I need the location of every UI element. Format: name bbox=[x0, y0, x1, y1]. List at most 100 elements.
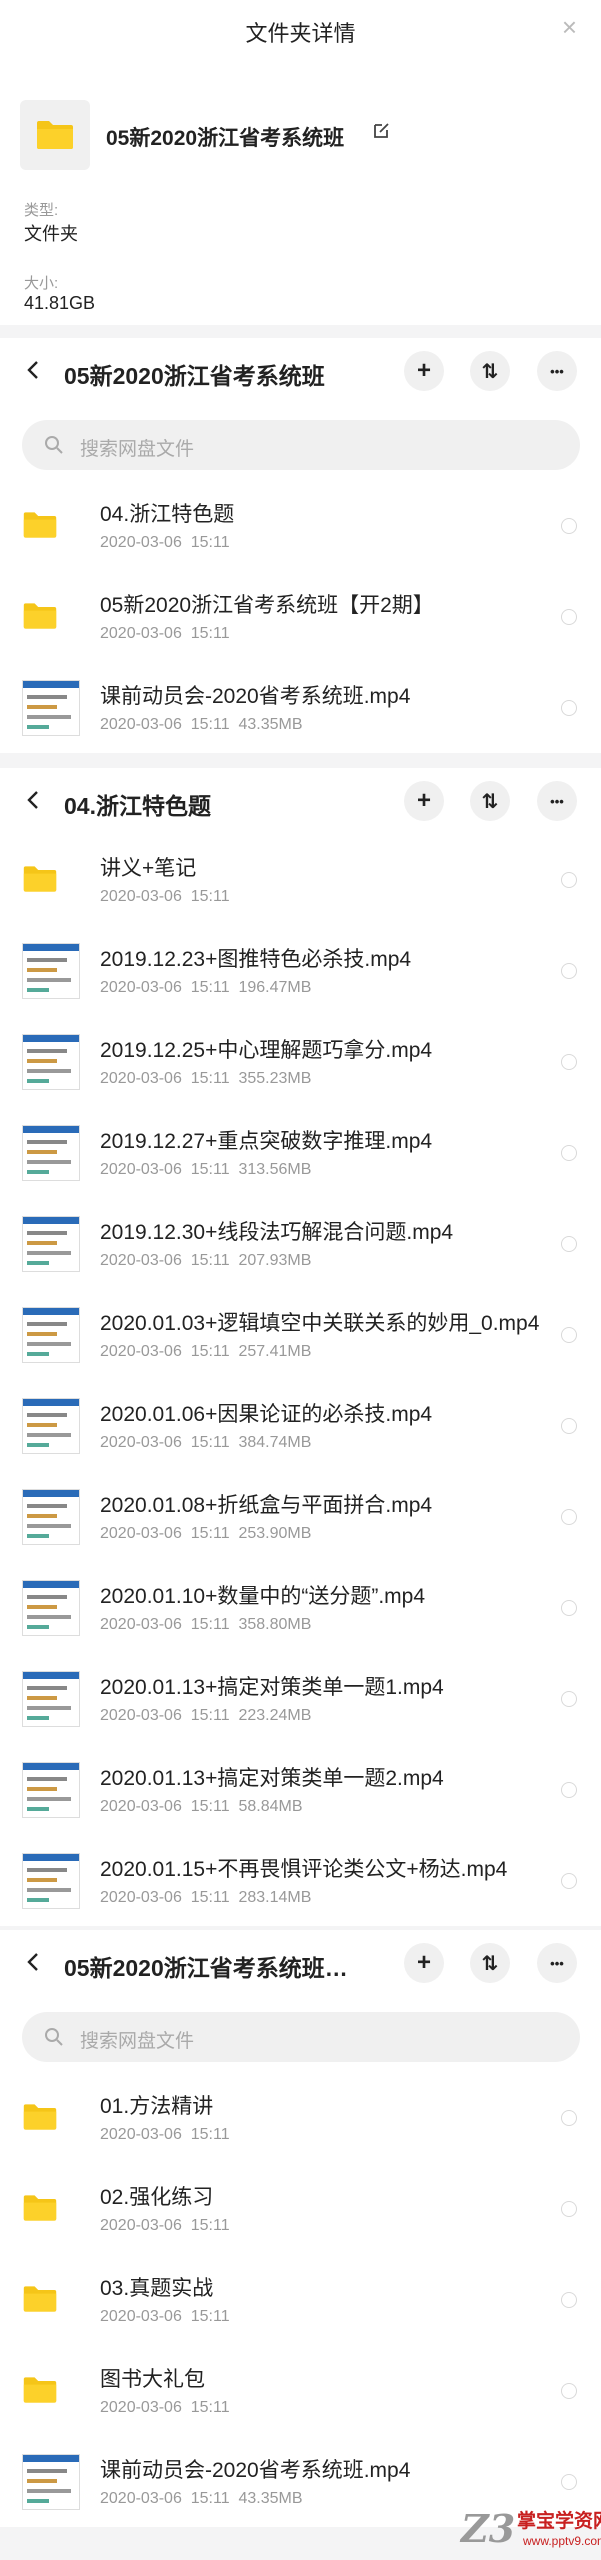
file-meta: 2020-03-06 15:11 bbox=[100, 2217, 230, 2235]
file-name: 02.强化练习 bbox=[100, 2186, 214, 2209]
back-arrow-icon[interactable] bbox=[26, 1952, 40, 1972]
video-thumbnail bbox=[22, 1489, 80, 1545]
select-radio[interactable] bbox=[561, 2110, 577, 2126]
file-time: 15:11 bbox=[190, 1070, 230, 1087]
search-placeholder: 搜索网盘文件 bbox=[80, 2031, 195, 2052]
add-button[interactable]: + bbox=[404, 781, 444, 821]
file-time: 15:11 bbox=[190, 1525, 230, 1542]
file-name: 课前动员会-2020省考系统班.mp4 bbox=[100, 685, 411, 708]
file-date: 2020-03-06 bbox=[100, 1798, 182, 1815]
file-date: 2020-03-06 bbox=[100, 1616, 182, 1633]
select-radio[interactable] bbox=[561, 2292, 577, 2308]
list-item[interactable]: 2020.01.13+搞定对策类单一题1.mp4 2020-03-06 15:11… bbox=[0, 1653, 601, 1744]
more-button[interactable]: ••• bbox=[537, 781, 577, 821]
edit-icon[interactable] bbox=[372, 122, 390, 140]
file-name: 图书大礼包 bbox=[100, 2368, 205, 2391]
file-size: 43.35MB bbox=[238, 2490, 303, 2507]
select-radio[interactable] bbox=[561, 872, 577, 888]
file-meta: 2020-03-06 15:11 283.14MB bbox=[100, 1889, 311, 1907]
select-radio[interactable] bbox=[561, 609, 577, 625]
file-date: 2020-03-06 bbox=[100, 888, 182, 905]
select-radio[interactable] bbox=[561, 1054, 577, 1070]
file-time: 15:11 bbox=[190, 2217, 230, 2234]
close-button[interactable]: × bbox=[562, 14, 577, 40]
list-item[interactable]: 05新2020浙江省考系统班【开2期】 2020-03-06 15:11 bbox=[0, 571, 601, 662]
back-arrow-icon[interactable] bbox=[26, 790, 40, 810]
video-thumbnail bbox=[22, 1671, 80, 1727]
select-radio[interactable] bbox=[561, 518, 577, 534]
list-item[interactable]: 02.强化练习 2020-03-06 15:11 bbox=[0, 2163, 601, 2254]
select-radio[interactable] bbox=[561, 2201, 577, 2217]
file-time: 15:11 bbox=[190, 716, 230, 733]
list-item[interactable]: 2020.01.03+逻辑填空中关联关系的妙用_0.mp4 2020-03-06 … bbox=[0, 1289, 601, 1380]
sort-button[interactable]: ⇅ bbox=[470, 1943, 510, 1983]
file-time: 15:11 bbox=[190, 1434, 230, 1451]
file-name: 2020.01.15+不再畏惧评论类公文+杨达.mp4 bbox=[100, 1858, 508, 1881]
select-radio[interactable] bbox=[561, 963, 577, 979]
list-item[interactable]: 图书大礼包 2020-03-06 15:11 bbox=[0, 2345, 601, 2436]
select-radio[interactable] bbox=[561, 1600, 577, 1616]
file-name: 05新2020浙江省考系统班【开2期】 bbox=[100, 594, 434, 617]
list-item[interactable]: 2020.01.15+不再畏惧评论类公文+杨达.mp4 2020-03-06 15… bbox=[0, 1835, 601, 1926]
list-item[interactable]: 讲义+笔记 2020-03-06 15:11 bbox=[0, 834, 601, 925]
list-item[interactable]: 2019.12.27+重点突破数字推理.mp4 2020-03-06 15:11 … bbox=[0, 1107, 601, 1198]
folder-large-icon bbox=[20, 100, 90, 170]
list-item[interactable]: 04.浙江特色题 2020-03-06 15:11 bbox=[0, 480, 601, 571]
search-input[interactable]: 搜索网盘文件 bbox=[22, 420, 580, 470]
select-radio[interactable] bbox=[561, 1782, 577, 1798]
file-list-section2: 讲义+笔记 2020-03-06 15:11 2019.12.23+图推特色必杀技.… bbox=[0, 834, 601, 1926]
video-thumbnail bbox=[22, 1216, 80, 1272]
list-item[interactable]: 01.方法精讲 2020-03-06 15:11 bbox=[0, 2072, 601, 2163]
video-thumbnail bbox=[22, 1762, 80, 1818]
file-meta: 2020-03-06 15:11 196.47MB bbox=[100, 979, 311, 997]
file-time: 15:11 bbox=[190, 1252, 230, 1269]
file-meta: 2020-03-06 15:11 bbox=[100, 2308, 230, 2326]
file-time: 15:11 bbox=[190, 1798, 230, 1815]
sort-button[interactable]: ⇅ bbox=[470, 351, 510, 391]
list-item[interactable]: 2019.12.25+中心理解题巧拿分.mp4 2020-03-06 15:11 … bbox=[0, 1016, 601, 1107]
list-item[interactable]: 2020.01.13+搞定对策类单一题2.mp4 2020-03-06 15:11… bbox=[0, 1744, 601, 1835]
list-item[interactable]: 课前动员会-2020省考系统班.mp4 2020-03-06 15:11 43.3… bbox=[0, 662, 601, 753]
add-button[interactable]: + bbox=[404, 351, 444, 391]
list-item[interactable]: 2020.01.06+因果论证的必杀技.mp4 2020-03-06 15:11 … bbox=[0, 1380, 601, 1471]
file-date: 2020-03-06 bbox=[100, 1070, 182, 1087]
file-size: 253.90MB bbox=[238, 1525, 312, 1542]
select-radio[interactable] bbox=[561, 700, 577, 716]
list-item[interactable]: 2019.12.30+线段法巧解混合问题.mp4 2020-03-06 15:11… bbox=[0, 1198, 601, 1289]
select-radio[interactable] bbox=[561, 2383, 577, 2399]
type-value: 文件夹 bbox=[24, 224, 78, 244]
select-radio[interactable] bbox=[561, 1691, 577, 1707]
back-arrow-icon[interactable] bbox=[26, 360, 40, 380]
file-meta: 2020-03-06 15:11 bbox=[100, 2399, 230, 2417]
file-size: 283.14MB bbox=[238, 1889, 312, 1906]
file-name: 2020.01.13+搞定对策类单一题1.mp4 bbox=[100, 1676, 444, 1699]
list-item[interactable]: 03.真题实战 2020-03-06 15:11 bbox=[0, 2254, 601, 2345]
file-size: 207.93MB bbox=[238, 1252, 312, 1269]
sort-button[interactable]: ⇅ bbox=[470, 781, 510, 821]
search-input[interactable]: 搜索网盘文件 bbox=[22, 2012, 580, 2062]
file-time: 15:11 bbox=[190, 2126, 230, 2143]
select-radio[interactable] bbox=[561, 1236, 577, 1252]
select-radio[interactable] bbox=[561, 1418, 577, 1434]
list-item[interactable]: 2019.12.23+图推特色必杀技.mp4 2020-03-06 15:11 1… bbox=[0, 925, 601, 1016]
folder-icon bbox=[22, 864, 78, 916]
select-radio[interactable] bbox=[561, 1145, 577, 1161]
file-meta: 2020-03-06 15:11 207.93MB bbox=[100, 1252, 311, 1270]
select-radio[interactable] bbox=[561, 1873, 577, 1889]
list-item[interactable]: 2020.01.08+折纸盒与平面拼合.mp4 2020-03-06 15:11 … bbox=[0, 1471, 601, 1562]
list-item[interactable]: 2020.01.10+数量中的“送分题”.mp4 2020-03-06 15:11… bbox=[0, 1562, 601, 1653]
file-size: 257.41MB bbox=[238, 1343, 312, 1360]
file-date: 2020-03-06 bbox=[100, 716, 182, 733]
select-radio[interactable] bbox=[561, 1509, 577, 1525]
more-button[interactable]: ••• bbox=[537, 351, 577, 391]
file-meta: 2020-03-06 15:11 bbox=[100, 625, 230, 643]
file-date: 2020-03-06 bbox=[100, 2308, 182, 2325]
file-date: 2020-03-06 bbox=[100, 1889, 182, 1906]
search-bar-section1: 搜索网盘文件 bbox=[0, 404, 601, 480]
more-button[interactable]: ••• bbox=[537, 1943, 577, 1983]
select-radio[interactable] bbox=[561, 1327, 577, 1343]
select-radio[interactable] bbox=[561, 2474, 577, 2490]
file-meta: 2020-03-06 15:11 257.41MB bbox=[100, 1343, 311, 1361]
file-meta: 2020-03-06 15:11 355.23MB bbox=[100, 1070, 311, 1088]
add-button[interactable]: + bbox=[404, 1943, 444, 1983]
